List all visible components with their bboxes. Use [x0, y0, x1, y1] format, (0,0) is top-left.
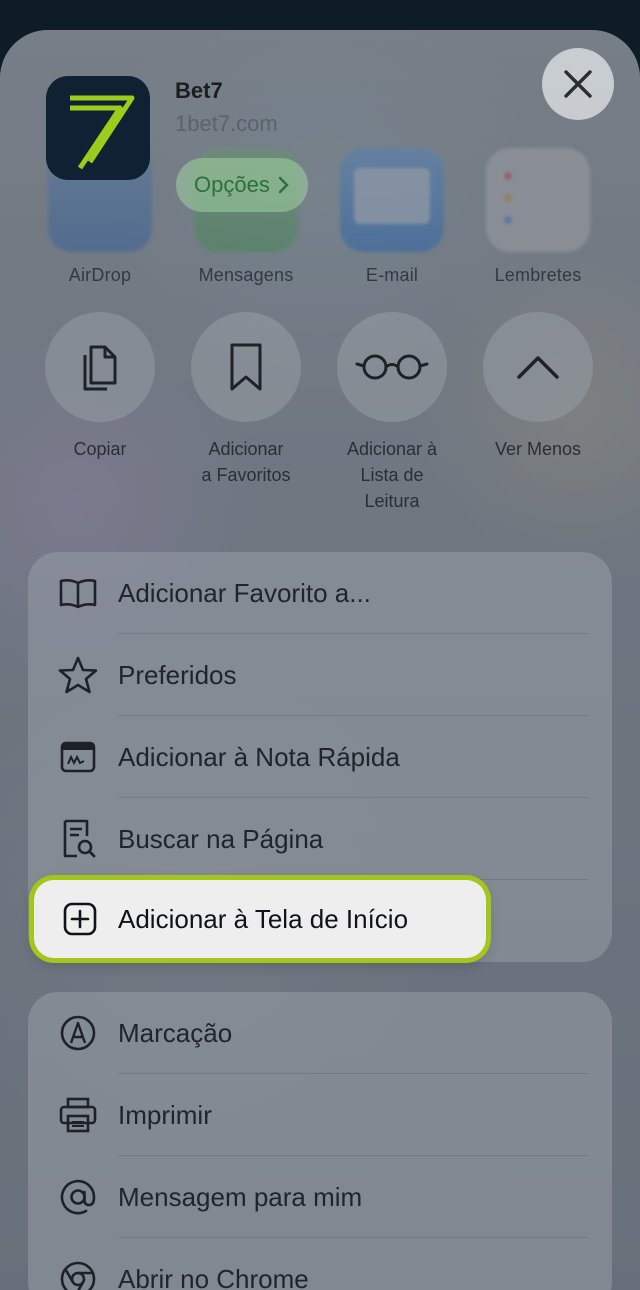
menu-item-label: Adicionar à Nota Rápida: [118, 742, 400, 773]
menu-item-quick-note[interactable]: Adicionar à Nota Rápida: [28, 716, 612, 798]
menu-item-label: Marcação: [118, 1018, 232, 1049]
app-url: 1bet7.com: [175, 111, 278, 137]
chevron-right-icon: [278, 176, 290, 194]
action-copy[interactable]: Copiar: [40, 312, 160, 462]
menu-item-open-chrome[interactable]: Abrir no Chrome: [28, 1238, 612, 1290]
at-icon: [58, 1177, 98, 1217]
markup-icon: [58, 1013, 98, 1053]
printer-icon: [58, 1095, 98, 1135]
bookmark-icon: [226, 339, 266, 395]
copy-icon: [75, 339, 125, 395]
chevron-up-icon: [515, 353, 561, 381]
action-see-less-label: Ver Menos: [478, 436, 598, 462]
action-add-favorites-label: Adicionar a Favoritos: [186, 436, 306, 488]
share-sheet: AirDrop Mensagens E-mail Lembretes Bet7 …: [0, 30, 640, 1290]
close-icon: [563, 69, 593, 99]
options-button[interactable]: Opções: [176, 158, 308, 212]
menu-item-label: Adicionar Favorito a...: [118, 578, 371, 609]
menu-item-label: Mensagem para mim: [118, 1182, 362, 1213]
menu-item-label: Buscar na Página: [118, 824, 323, 855]
action-add-favorites[interactable]: Adicionar a Favoritos: [186, 312, 306, 488]
action-see-less[interactable]: Ver Menos: [478, 312, 598, 462]
menu-item-label: Abrir no Chrome: [118, 1264, 309, 1290]
find-in-page-icon: [58, 819, 98, 859]
menu-item-add-bookmark[interactable]: Adicionar Favorito a...: [28, 552, 612, 634]
bet7-logo: [46, 76, 150, 180]
quick-note-icon: [58, 737, 98, 777]
menu-item-label: Preferidos: [118, 660, 237, 691]
chrome-icon: [58, 1259, 98, 1290]
reading-glasses-icon: [355, 350, 429, 384]
menu-item-print[interactable]: Imprimir: [28, 1074, 612, 1156]
book-icon: [58, 573, 98, 613]
plus-square-icon: [60, 899, 100, 939]
menu-item-markup[interactable]: Marcação: [28, 992, 612, 1074]
add-to-home-screen-label: Adicionar à Tela de Início: [118, 904, 408, 935]
action-reading-list[interactable]: Adicionar à Lista de Leitura: [332, 312, 452, 514]
menu-item-favorites[interactable]: Preferidos: [28, 634, 612, 716]
menu-item-label: Imprimir: [118, 1100, 212, 1131]
close-button[interactable]: [542, 48, 614, 120]
menu-item-message-me[interactable]: Mensagem para mim: [28, 1156, 612, 1238]
action-reading-list-label: Adicionar à Lista de Leitura: [332, 436, 452, 514]
add-to-home-screen-button[interactable]: Adicionar à Tela de Início: [34, 880, 486, 958]
star-icon: [58, 655, 98, 695]
app-name: Bet7: [175, 78, 223, 104]
action-copy-label: Copiar: [40, 436, 160, 462]
menu-item-find-in-page[interactable]: Buscar na Página: [28, 798, 612, 880]
options-label: Opções: [194, 172, 270, 198]
menu-group-2: Marcação Imprimir Mensagem para mim Abri…: [28, 992, 612, 1290]
